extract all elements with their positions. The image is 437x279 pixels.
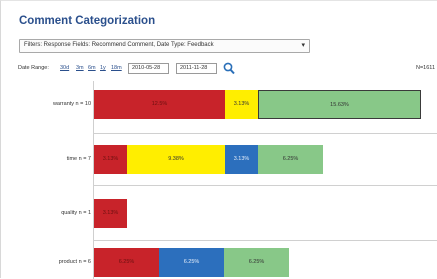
row-label: product n = 6 — [58, 258, 91, 265]
bar-segment-yellow[interactable]: 3.13% — [225, 90, 258, 119]
range-link-30d[interactable]: 30d — [60, 65, 69, 71]
row-divider — [93, 133, 437, 134]
filter-dropdown[interactable]: Filters: Response Fields: Recommend Comm… — [19, 39, 310, 53]
bar-segment-red[interactable]: 6.25% — [94, 248, 159, 277]
range-link-6m[interactable]: 6m — [88, 65, 96, 71]
bar-segment-green[interactable]: 15.63% — [258, 90, 421, 119]
bar-segment-red[interactable]: 12.5% — [94, 90, 225, 119]
bar-segment-yellow[interactable]: 9.38% — [127, 145, 225, 174]
row-label: quality n = 1 — [61, 209, 91, 216]
bar-segment-red[interactable]: 3.13% — [94, 145, 127, 174]
search-icon[interactable] — [223, 61, 235, 75]
start-date-input[interactable]: 2010-05-28 — [128, 63, 169, 74]
range-link-1y[interactable]: 1y — [100, 65, 106, 71]
row-label: warranty n = 10 — [52, 100, 91, 107]
bar-segment-green[interactable]: 6.25% — [258, 145, 323, 174]
category-bar-chart: warranty n = 10 12.5% 3.13% 15.63% time n = … — [1, 81, 437, 279]
bar-segment-green[interactable]: 6.25% — [224, 248, 289, 277]
page-title: Comment Categorization — [19, 15, 156, 27]
total-count: N=1611 — [416, 65, 436, 71]
end-date-input[interactable]: 2011-11-28 — [176, 63, 217, 74]
date-range-row: Date Range: 30d 3m 6m 1y 18m 2010-05-28 … — [18, 62, 437, 76]
row-label: time n = 7 — [66, 155, 91, 162]
chevron-down-icon: ▾ — [301, 42, 305, 49]
row-divider — [93, 240, 437, 241]
bar-segment-blue[interactable]: 6.25% — [159, 248, 224, 277]
row-divider — [93, 185, 437, 186]
filter-label: Filters: Response Fields: Recommend Comm… — [24, 42, 214, 48]
bar-segment-blue[interactable]: 3.13% — [225, 145, 258, 174]
comment-categorization-panel: Comment Categorization Filters: Response… — [0, 0, 437, 279]
range-link-18m[interactable]: 18m — [111, 65, 122, 71]
range-link-3m[interactable]: 3m — [76, 65, 84, 71]
bar-segment-red[interactable]: 3.13% — [94, 199, 127, 228]
date-range-label: Date Range: — [18, 65, 49, 71]
